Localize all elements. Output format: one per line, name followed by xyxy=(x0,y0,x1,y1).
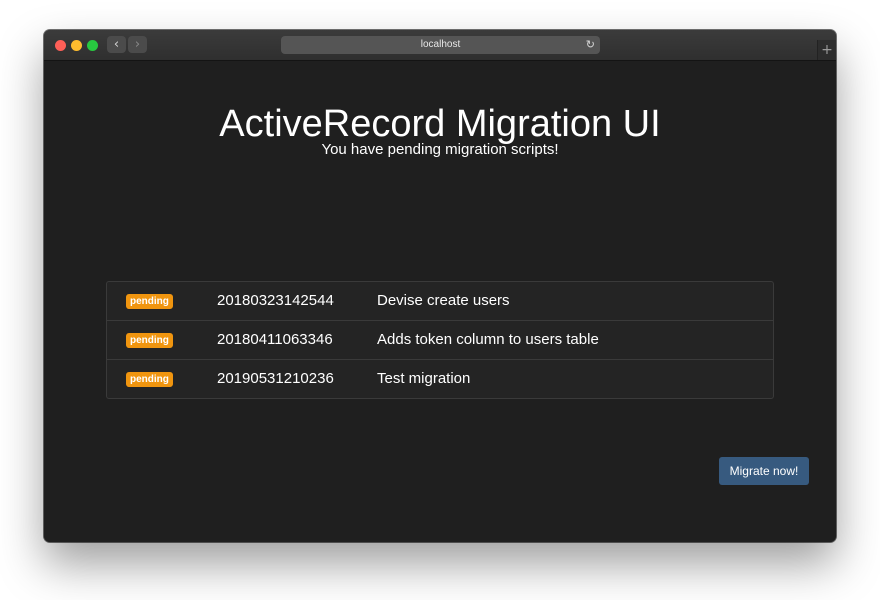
zoom-window-button[interactable] xyxy=(87,40,98,51)
migration-version: 20190531210236 xyxy=(217,370,334,387)
minimize-window-button[interactable] xyxy=(71,40,82,51)
migration-version: 20180323142544 xyxy=(217,292,334,309)
page-subtitle: You have pending migration scripts! xyxy=(321,141,559,158)
status-badge: pending xyxy=(126,333,173,348)
address-bar-text: localhost xyxy=(420,39,461,50)
page-title: ActiveRecord Migration UI xyxy=(219,103,661,145)
status-badge: pending xyxy=(126,294,173,309)
page-content: ActiveRecord Migration UI You have pendi… xyxy=(44,61,836,542)
migration-row: pending 20190531210236 Test migration xyxy=(107,360,773,398)
migration-version: 20180411063346 xyxy=(217,331,333,348)
browser-window: ‹ › localhost ↻ + ActiveRecord Migration… xyxy=(44,30,836,542)
browser-toolbar: ‹ › localhost ↻ + xyxy=(44,30,836,61)
migration-list: pending 20180323142544 Devise create use… xyxy=(106,281,774,399)
migration-name: Test migration xyxy=(377,370,471,387)
forward-button[interactable]: › xyxy=(128,36,147,53)
status-badge: pending xyxy=(126,372,173,387)
back-button[interactable]: ‹ xyxy=(107,36,126,53)
migration-name: Adds token column to users table xyxy=(377,331,599,348)
migration-row: pending 20180411063346 Adds token column… xyxy=(107,321,773,360)
address-bar[interactable]: localhost ↻ xyxy=(281,36,600,54)
reload-icon[interactable]: ↻ xyxy=(586,36,595,54)
migration-row: pending 20180323142544 Devise create use… xyxy=(107,282,773,321)
migration-name: Devise create users xyxy=(377,292,510,309)
close-window-button[interactable] xyxy=(55,40,66,51)
new-tab-button[interactable]: + xyxy=(817,40,836,60)
migrate-now-button[interactable]: Migrate now! xyxy=(719,457,809,485)
